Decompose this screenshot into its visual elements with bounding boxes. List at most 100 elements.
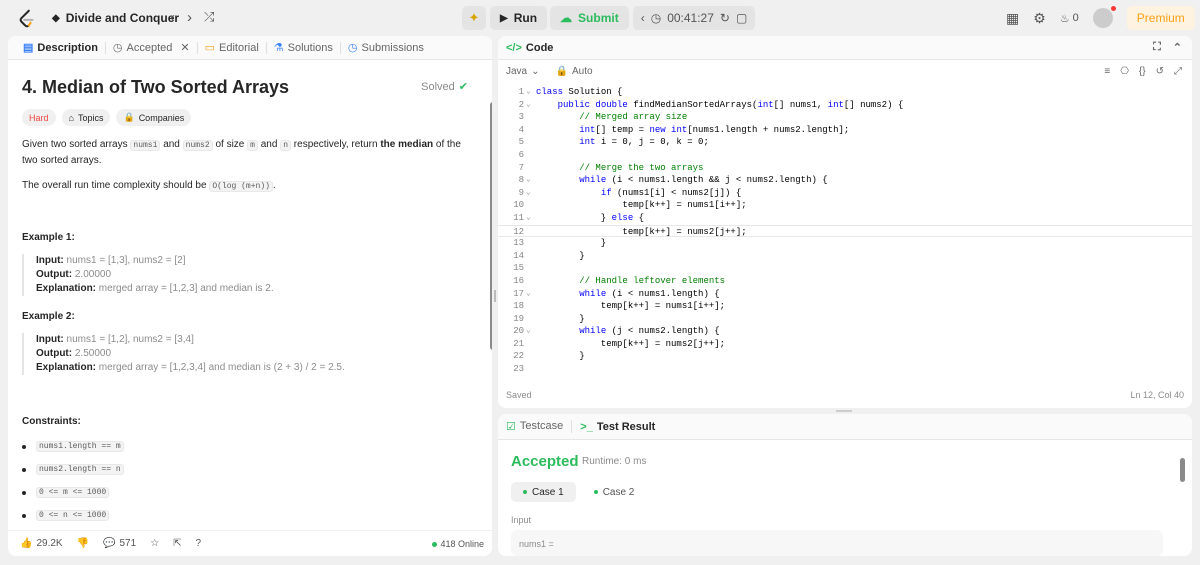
run-button[interactable]: ▶ Run [490, 6, 548, 30]
horizontal-resize-handle[interactable] [836, 410, 852, 412]
inline-code: 0 <= n <= 1000 [36, 510, 110, 521]
tab-label: Editorial [219, 41, 259, 54]
test-tab-bar: ☑ Testcase >_ Test Result [498, 414, 1192, 440]
test-panel: ☑ Testcase >_ Test Result Accepted Runtime… [498, 414, 1192, 556]
gear-icon[interactable]: ⚙ [1033, 10, 1046, 27]
like-count: 29.2K [36, 538, 63, 549]
case-tab-1[interactable]: Case 1 [511, 482, 576, 502]
code-line: 14 } [513, 250, 585, 261]
avatar[interactable] [1092, 6, 1116, 28]
problem-description: Given two sorted arrays nums1 and nums2 … [22, 137, 462, 168]
example-heading: Example 2: [22, 311, 75, 322]
reset-code-icon[interactable]: ↺ [1156, 66, 1164, 77]
online-count: 418 Online [432, 539, 484, 549]
share-icon[interactable]: ⇱ [173, 538, 181, 549]
desc-text: and [163, 139, 180, 150]
code-line: 17 ⌄ while (i < nums1.length) { [513, 288, 720, 299]
tab-solutions[interactable]: ⚗ Solutions [267, 41, 341, 54]
desc-text: The overall run time complexity should b… [22, 180, 207, 191]
example-label: Explanation: [36, 283, 97, 294]
case-tab-2[interactable]: Case 2 [582, 482, 647, 502]
close-icon[interactable]: ✕ [180, 41, 189, 54]
chevron-up-icon[interactable]: ⌃ [1173, 41, 1182, 54]
solved-status: Solved ✔ [421, 80, 468, 94]
layout-icon[interactable]: ▦ [1006, 10, 1019, 27]
code-line: 10 temp[k++] = nums1[i++]; [513, 200, 747, 211]
problem-list-button[interactable]: ◆ Divide and Conquer [52, 11, 179, 25]
submit-button[interactable]: ☁ Submit [550, 6, 629, 30]
collapse-icon[interactable]: ‹ [641, 11, 645, 25]
desc-text: and [260, 139, 278, 150]
example-value: merged array = [1,2,3] and median is 2. [98, 283, 274, 294]
reset-icon[interactable]: ↻ [720, 11, 730, 25]
topics-button[interactable]: ⌂ Topics [61, 109, 111, 126]
hint-icon[interactable]: ✦ [462, 6, 486, 30]
star-icon[interactable]: ☆ [150, 538, 159, 549]
constraint-item: 0 <= n <= 1000 [22, 504, 124, 527]
tab-accepted[interactable]: ◷ Accepted ✕ [106, 41, 198, 54]
submit-label: Submit [578, 11, 619, 25]
inline-code: n [280, 140, 292, 151]
code-line: 15 [513, 263, 524, 274]
fullscreen-icon[interactable]: ⛶ [1153, 41, 1161, 54]
problem-title[interactable]: 4. Median of Two Sorted Arrays [22, 77, 289, 98]
run-label: Run [513, 11, 538, 25]
like-button[interactable]: 👍 29.2K [20, 538, 63, 549]
next-problem-icon[interactable]: › [187, 9, 192, 26]
help-icon[interactable]: ? [196, 538, 202, 549]
example-heading: Example 1: [22, 232, 75, 243]
example-block: Input: nums1 = [1,3], nums2 = [2] Output… [22, 254, 274, 296]
format-icon[interactable]: ≡ [1104, 66, 1110, 77]
constraint-item: 0 <= m <= 1000 [22, 481, 124, 504]
language-select[interactable]: Java ⌄ [506, 66, 540, 77]
inline-code: nums2.length == n [36, 464, 124, 475]
shuffle-icon[interactable]: ⤮ [204, 9, 214, 26]
expand-icon[interactable]: ⤢ [1174, 66, 1182, 77]
tab-label: Testcase [519, 420, 564, 432]
tab-test-result[interactable]: >_ Test Result [580, 421, 655, 433]
timer-value: 00:41:27 [667, 11, 714, 25]
timer[interactable]: ‹ ◷ 00:41:27 ↻ ▢ [632, 6, 756, 30]
comments-button[interactable]: 💬 571 [103, 538, 136, 549]
tab-description[interactable]: ▤ Description [16, 41, 106, 54]
checkbox-icon: ☑ [506, 421, 516, 433]
test-scrollbar[interactable] [1180, 458, 1185, 482]
saved-status: Saved [506, 390, 532, 400]
example-label: Input: [36, 334, 64, 345]
vertical-resize-handle[interactable] [494, 290, 496, 302]
example-block: Input: nums1 = [1,2], nums2 = [3,4] Outp… [22, 333, 345, 375]
comment-icon: 💬 [103, 538, 116, 549]
constraint-item: nums2.length == n [22, 458, 124, 481]
description-scrollbar[interactable] [490, 102, 492, 350]
input-value-box: nums1 = [511, 530, 1163, 556]
prev-problem-icon[interactable]: ‹ [170, 9, 175, 26]
note-icon[interactable]: ▢ [736, 11, 747, 25]
editor-tab-label[interactable]: Code [526, 42, 554, 54]
bookmark-icon[interactable]: ⎔ [1120, 66, 1129, 77]
tab-testcase[interactable]: ☑ Testcase [506, 420, 573, 433]
companies-button[interactable]: 🔒 Companies [116, 109, 192, 126]
code-area[interactable]: 1 ⌄ class Solution { 2 ⌄ public double find… [498, 86, 1192, 376]
complexity-note: The overall run time complexity should b… [22, 178, 462, 194]
topics-label: Topics [77, 112, 104, 123]
code-line: 13 } [513, 238, 607, 249]
terminal-icon: >_ [580, 420, 593, 433]
mode-indicator[interactable]: 🔒 Auto [556, 66, 593, 77]
tab-submissions[interactable]: ◷ Submissions [341, 42, 431, 55]
example-value: nums1 = [1,2], nums2 = [3,4] [66, 334, 194, 345]
inline-code: m [247, 140, 258, 151]
streak-count: 0 [1072, 12, 1079, 24]
left-tab-bar: ▤ Description ◷ Accepted ✕ ▭ Editorial ⚗ Solu… [8, 36, 492, 60]
streak-button[interactable]: ♨ 0 [1060, 12, 1079, 25]
premium-button[interactable]: Premium [1126, 6, 1195, 30]
code-line: 11 ⌄ } else { [513, 212, 645, 223]
case-tabs: Case 1 Case 2 [511, 482, 646, 502]
braces-icon[interactable]: {} [1139, 66, 1146, 77]
runtime-value: Runtime: 0 ms [582, 456, 647, 467]
thumbs-down-icon[interactable]: 👎 [77, 538, 89, 549]
comment-count: 571 [119, 538, 137, 549]
tab-editorial[interactable]: ▭ Editorial [198, 41, 267, 54]
leetcode-logo-icon[interactable] [16, 8, 38, 30]
code-line: 22 } [513, 351, 585, 362]
code-line: 5 int i = 0, j = 0, k = 0; [518, 137, 709, 148]
